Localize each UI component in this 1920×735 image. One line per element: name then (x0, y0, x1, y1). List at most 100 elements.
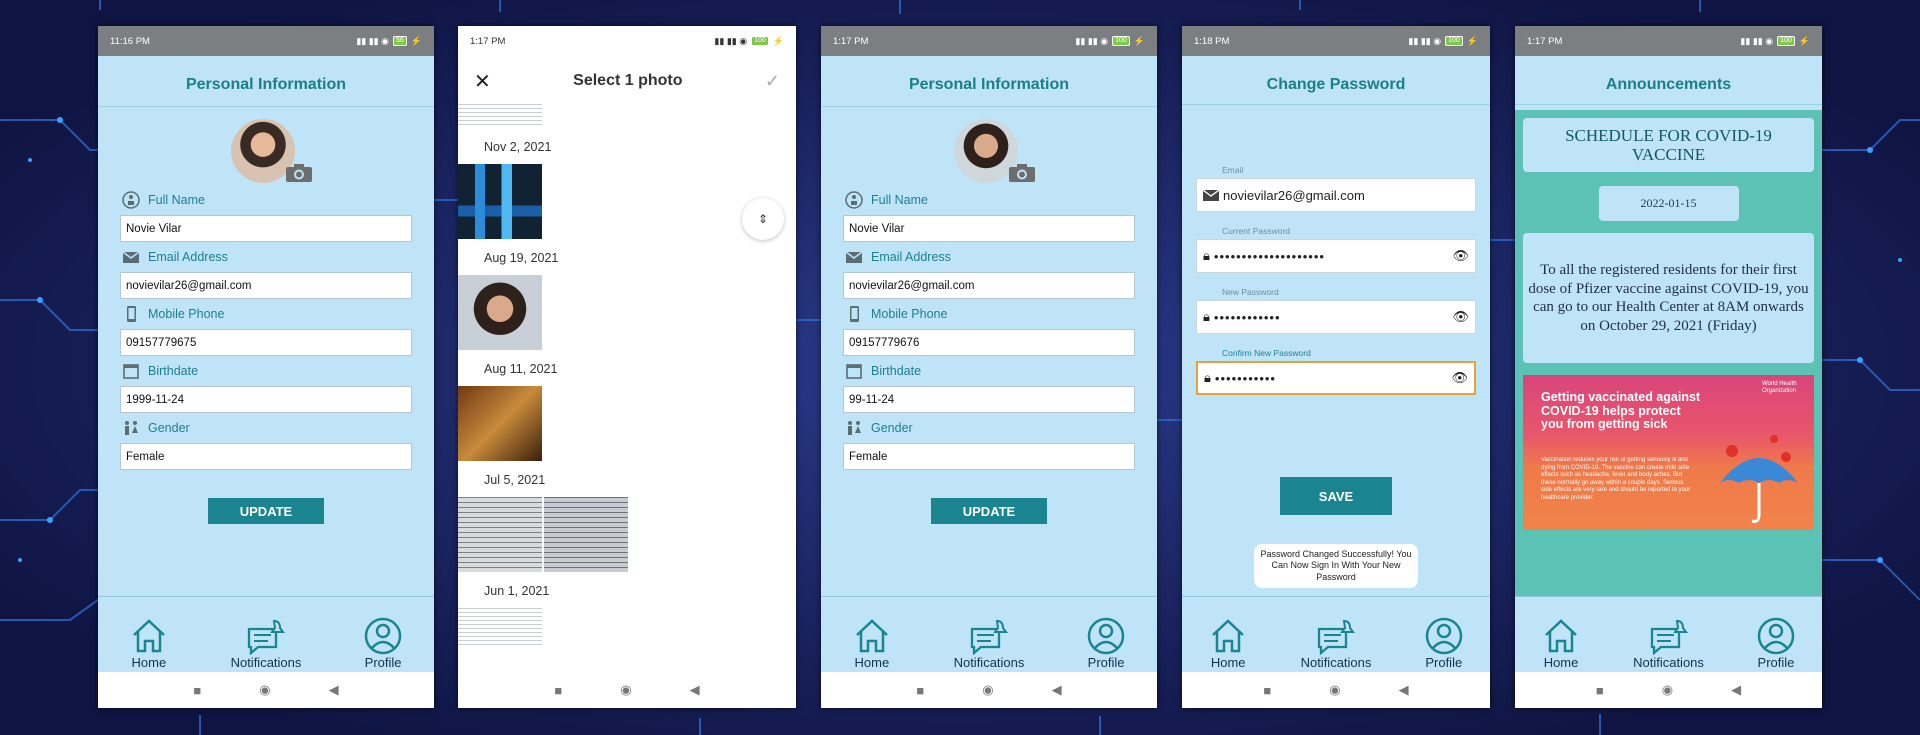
phone-label: Mobile Phone (845, 303, 1157, 325)
nav-profile[interactable]: Profile (1424, 617, 1464, 670)
home-circle-icon[interactable]: ◉ (259, 682, 270, 698)
home-circle-icon[interactable]: ◉ (982, 682, 993, 698)
back-icon[interactable]: ◀ (329, 682, 339, 698)
nav-profile[interactable]: Profile (1756, 617, 1796, 670)
label-text: Email Address (148, 250, 228, 264)
home-circle-icon[interactable]: ◉ (1662, 682, 1673, 698)
nav-notifications[interactable]: Notifications (231, 617, 301, 670)
nav-home[interactable]: Home (852, 617, 892, 670)
nav-label: Notifications (953, 655, 1025, 670)
update-button[interactable]: UPDATE (208, 498, 324, 524)
recents-icon[interactable]: ■ (916, 683, 924, 698)
back-icon[interactable]: ◀ (1731, 682, 1741, 698)
battery-icon: 100 (1777, 36, 1795, 46)
status-bar: 1:17 PM ▮▮ ▮▮ ◉ 100 ⚡ (1515, 26, 1822, 56)
lock-icon: 🔒︎ (1204, 370, 1211, 385)
envelope-icon (845, 251, 863, 263)
confirm-password-field[interactable]: 🔒︎ ••••••••••• 👁︎ (1196, 361, 1476, 395)
nav-label: Notifications (1633, 655, 1704, 670)
nav-home[interactable]: Home (129, 617, 169, 670)
photo-thumbnail[interactable] (544, 497, 628, 572)
nav-profile[interactable]: Profile (1086, 617, 1126, 670)
close-icon[interactable]: ✕ (474, 69, 491, 94)
phone-field[interactable]: 09157779676 (843, 329, 1135, 356)
status-bar: 1:17 PM ▮▮ ▮▮ ◉ 100 ⚡ (821, 26, 1157, 56)
recents-icon[interactable]: ■ (1263, 683, 1271, 698)
camera-icon[interactable] (285, 163, 313, 183)
eye-icon[interactable]: 👁︎ (1452, 248, 1469, 264)
save-button[interactable]: SAVE (1280, 477, 1392, 515)
phone-field[interactable]: 09157779675 (120, 329, 412, 356)
eye-icon[interactable]: 👁︎ (1451, 370, 1468, 386)
bottom-nav: Home Notifications Profile (98, 596, 434, 672)
home-circle-icon[interactable]: ◉ (1329, 682, 1340, 698)
nav-home[interactable]: Home (1208, 617, 1248, 670)
phone-icon (127, 306, 136, 322)
profile-icon (364, 617, 402, 655)
email-label: Email Address (845, 246, 1157, 268)
back-icon[interactable]: ◀ (690, 682, 700, 698)
status-time: 1:17 PM (470, 35, 506, 47)
new-password-field[interactable]: 🔒︎ •••••••••••• 👁︎ (1196, 300, 1476, 334)
photo-thumbnail[interactable] (458, 275, 542, 350)
fast-scroll-handle[interactable]: ⇕ (742, 198, 784, 240)
gender-icon (125, 421, 138, 435)
email-field[interactable]: novievilar26@gmail.com (120, 272, 412, 299)
announcement-card: SCHEDULE FOR COVID-19 VACCINE 2022-01-15… (1515, 110, 1822, 596)
poster-org: World Health Organization (1762, 381, 1797, 394)
announcement-body: To all the registered residents for thei… (1523, 233, 1814, 363)
birthdate-label: Birthdate (122, 360, 434, 382)
battery-icon: 100 (1445, 36, 1463, 46)
photo-thumbnail[interactable] (458, 164, 542, 239)
recents-icon[interactable]: ■ (193, 683, 201, 698)
current-password-field[interactable]: 🔒︎ •••••••••••••••••••• 👁︎ (1196, 239, 1476, 273)
bottom-nav: Home Notifications Profile (821, 596, 1157, 672)
gender-field[interactable]: Female (120, 443, 412, 470)
recents-icon[interactable]: ■ (554, 683, 562, 698)
label-text: Birthdate (148, 364, 199, 378)
label-text: Email Address (871, 250, 951, 264)
check-icon[interactable]: ✓ (765, 71, 780, 92)
nav-profile[interactable]: Profile (363, 617, 403, 670)
back-icon[interactable]: ◀ (1399, 682, 1409, 698)
birthdate-field[interactable]: 1999-11-24 (120, 386, 412, 413)
person-circle-icon (122, 191, 140, 209)
full-name-field[interactable]: Novie Vilar (843, 215, 1135, 242)
status-time: 1:18 PM (1194, 35, 1230, 47)
home-icon (133, 619, 165, 653)
update-button[interactable]: UPDATE (931, 498, 1047, 524)
label-text: Full Name (148, 193, 205, 207)
status-bar: 1:18 PM ▮▮ ▮▮ ◉ 100 ⚡ (1182, 26, 1490, 56)
recents-icon[interactable]: ■ (1596, 683, 1604, 698)
email-field[interactable]: novievilar26@gmail.com (843, 272, 1135, 299)
nav-notifications[interactable]: Notifications (1633, 617, 1704, 670)
home-circle-icon[interactable]: ◉ (620, 682, 631, 698)
photo-thumbnail[interactable] (458, 608, 542, 648)
back-icon[interactable]: ◀ (1052, 682, 1062, 698)
gender-field[interactable]: Female (843, 443, 1135, 470)
announcement-poster[interactable]: Getting vaccinated against COVID-19 help… (1523, 375, 1814, 530)
full-name-field[interactable]: Novie Vilar (120, 215, 412, 242)
avatar-container[interactable] (231, 119, 312, 183)
nav-label: Profile (1087, 655, 1125, 670)
nav-notifications[interactable]: Notifications (953, 617, 1025, 670)
gender-label: Gender (122, 417, 434, 439)
notification-bell-icon (1650, 619, 1688, 655)
nav-home[interactable]: Home (1541, 617, 1581, 670)
thumb-partial[interactable] (458, 102, 542, 128)
eye-icon[interactable]: 👁︎ (1452, 309, 1469, 325)
avatar-container[interactable] (954, 119, 1035, 183)
envelope-icon (1203, 189, 1219, 201)
camera-icon[interactable] (1008, 163, 1036, 183)
email-field[interactable]: novievilar26@gmail.com (1196, 178, 1476, 212)
gender-icon (848, 421, 861, 435)
notification-bell-icon (1317, 619, 1355, 655)
lock-icon: 🔒︎ (1203, 248, 1210, 263)
nav-notifications[interactable]: Notifications (1301, 617, 1371, 670)
status-time: 1:17 PM (1527, 35, 1563, 47)
label-text: Birthdate (871, 364, 922, 378)
birthdate-field[interactable]: 99-11-24 (843, 386, 1135, 413)
photo-thumbnail[interactable] (458, 497, 542, 572)
notification-bell-icon (247, 619, 285, 655)
photo-thumbnail[interactable] (458, 386, 542, 461)
